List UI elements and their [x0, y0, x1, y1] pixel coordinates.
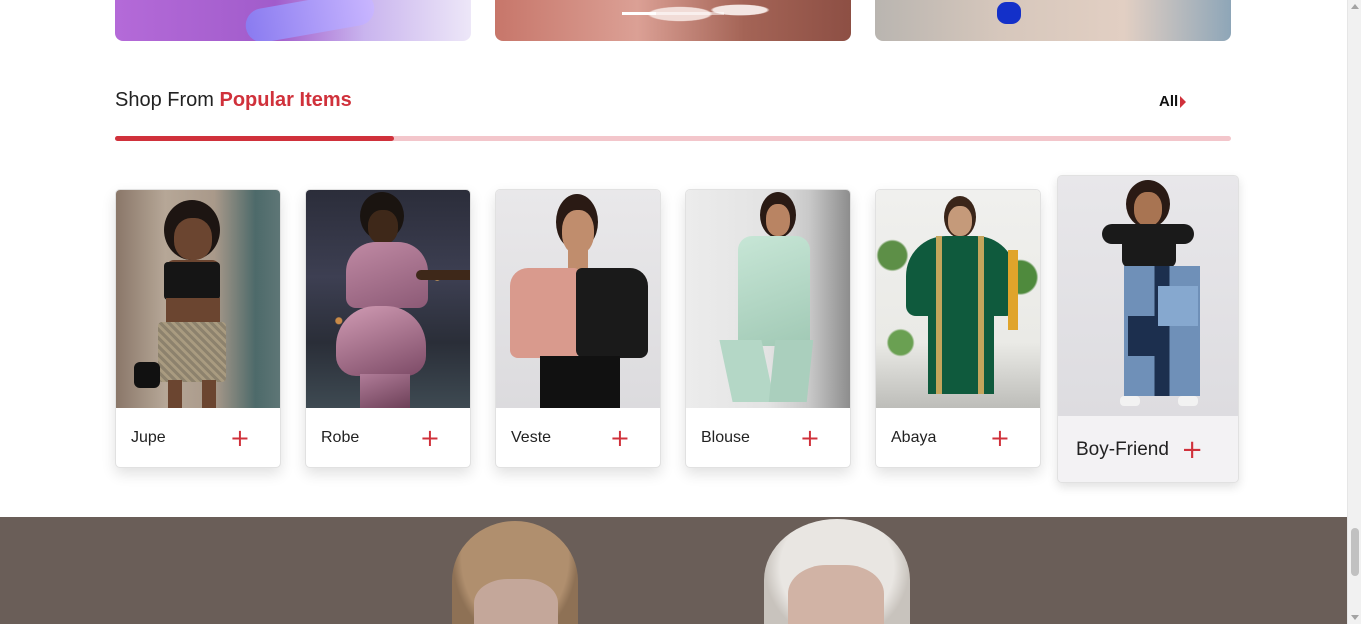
nail-image	[997, 2, 1021, 24]
scroll-thumb[interactable]	[1351, 528, 1359, 576]
product-footer: Veste +	[496, 408, 660, 467]
product-footer: Abaya +	[876, 408, 1040, 467]
model-face	[474, 579, 558, 624]
plus-icon[interactable]: +	[800, 426, 820, 450]
product-name: Blouse	[701, 429, 750, 446]
nail-image	[243, 0, 377, 41]
product-footer: Boy-Friend +	[1058, 416, 1238, 482]
promo-banner	[0, 517, 1347, 624]
product-image	[1058, 176, 1238, 416]
product-card-robe[interactable]: Robe +	[305, 189, 471, 468]
caret-right-icon	[1180, 95, 1187, 108]
carousel-indicator	[622, 12, 724, 15]
model-face	[788, 565, 884, 624]
scroll-down-icon[interactable]	[1351, 615, 1359, 620]
banner-nails-purple[interactable]	[115, 0, 471, 41]
page: Shop From Popular Items All Jupe + Robe …	[0, 0, 1347, 624]
product-name: Robe	[321, 429, 360, 446]
section-title: Shop From Popular Items	[115, 89, 352, 112]
all-link-label: All	[1159, 93, 1179, 110]
plus-icon[interactable]: +	[990, 426, 1010, 450]
product-image	[116, 190, 280, 408]
product-footer: Blouse +	[686, 408, 850, 467]
product-name: Jupe	[131, 429, 166, 446]
carousel-dot[interactable]	[690, 12, 724, 15]
plus-icon[interactable]: +	[420, 426, 440, 450]
product-card-jupe[interactable]: Jupe +	[115, 189, 281, 468]
product-image	[306, 190, 470, 408]
all-link[interactable]: All	[1159, 93, 1187, 110]
product-name: Veste	[511, 429, 552, 446]
scroll-up-icon[interactable]	[1351, 4, 1359, 9]
product-card-veste[interactable]: Veste +	[495, 189, 661, 468]
banner-nails-blue[interactable]	[875, 0, 1231, 41]
product-image	[496, 190, 660, 408]
section-title-accent: Popular Items	[219, 89, 352, 111]
plus-icon[interactable]: +	[610, 426, 630, 450]
product-footer: Jupe +	[116, 408, 280, 467]
carousel-dot[interactable]	[622, 12, 656, 15]
product-footer: Robe +	[306, 408, 470, 467]
product-card-blouse[interactable]: Blouse +	[685, 189, 851, 468]
banner-nails-pink[interactable]	[495, 0, 851, 41]
section-progress-track	[115, 136, 1231, 141]
section-title-prefix: Shop From	[115, 89, 214, 111]
product-card-boy-friend[interactable]: Boy-Friend +	[1057, 175, 1239, 483]
product-name: Abaya	[891, 429, 937, 446]
nail-image	[635, 0, 785, 30]
product-card-abaya[interactable]: Abaya +	[875, 189, 1041, 468]
product-image	[876, 190, 1040, 408]
product-name: Boy-Friend	[1076, 438, 1169, 460]
section-progress-fill	[115, 136, 394, 141]
plus-icon[interactable]: +	[1181, 437, 1203, 463]
page-scrollbar[interactable]	[1347, 0, 1361, 624]
product-image	[686, 190, 850, 408]
plus-icon[interactable]: +	[230, 426, 250, 450]
carousel-dot[interactable]	[656, 12, 690, 15]
